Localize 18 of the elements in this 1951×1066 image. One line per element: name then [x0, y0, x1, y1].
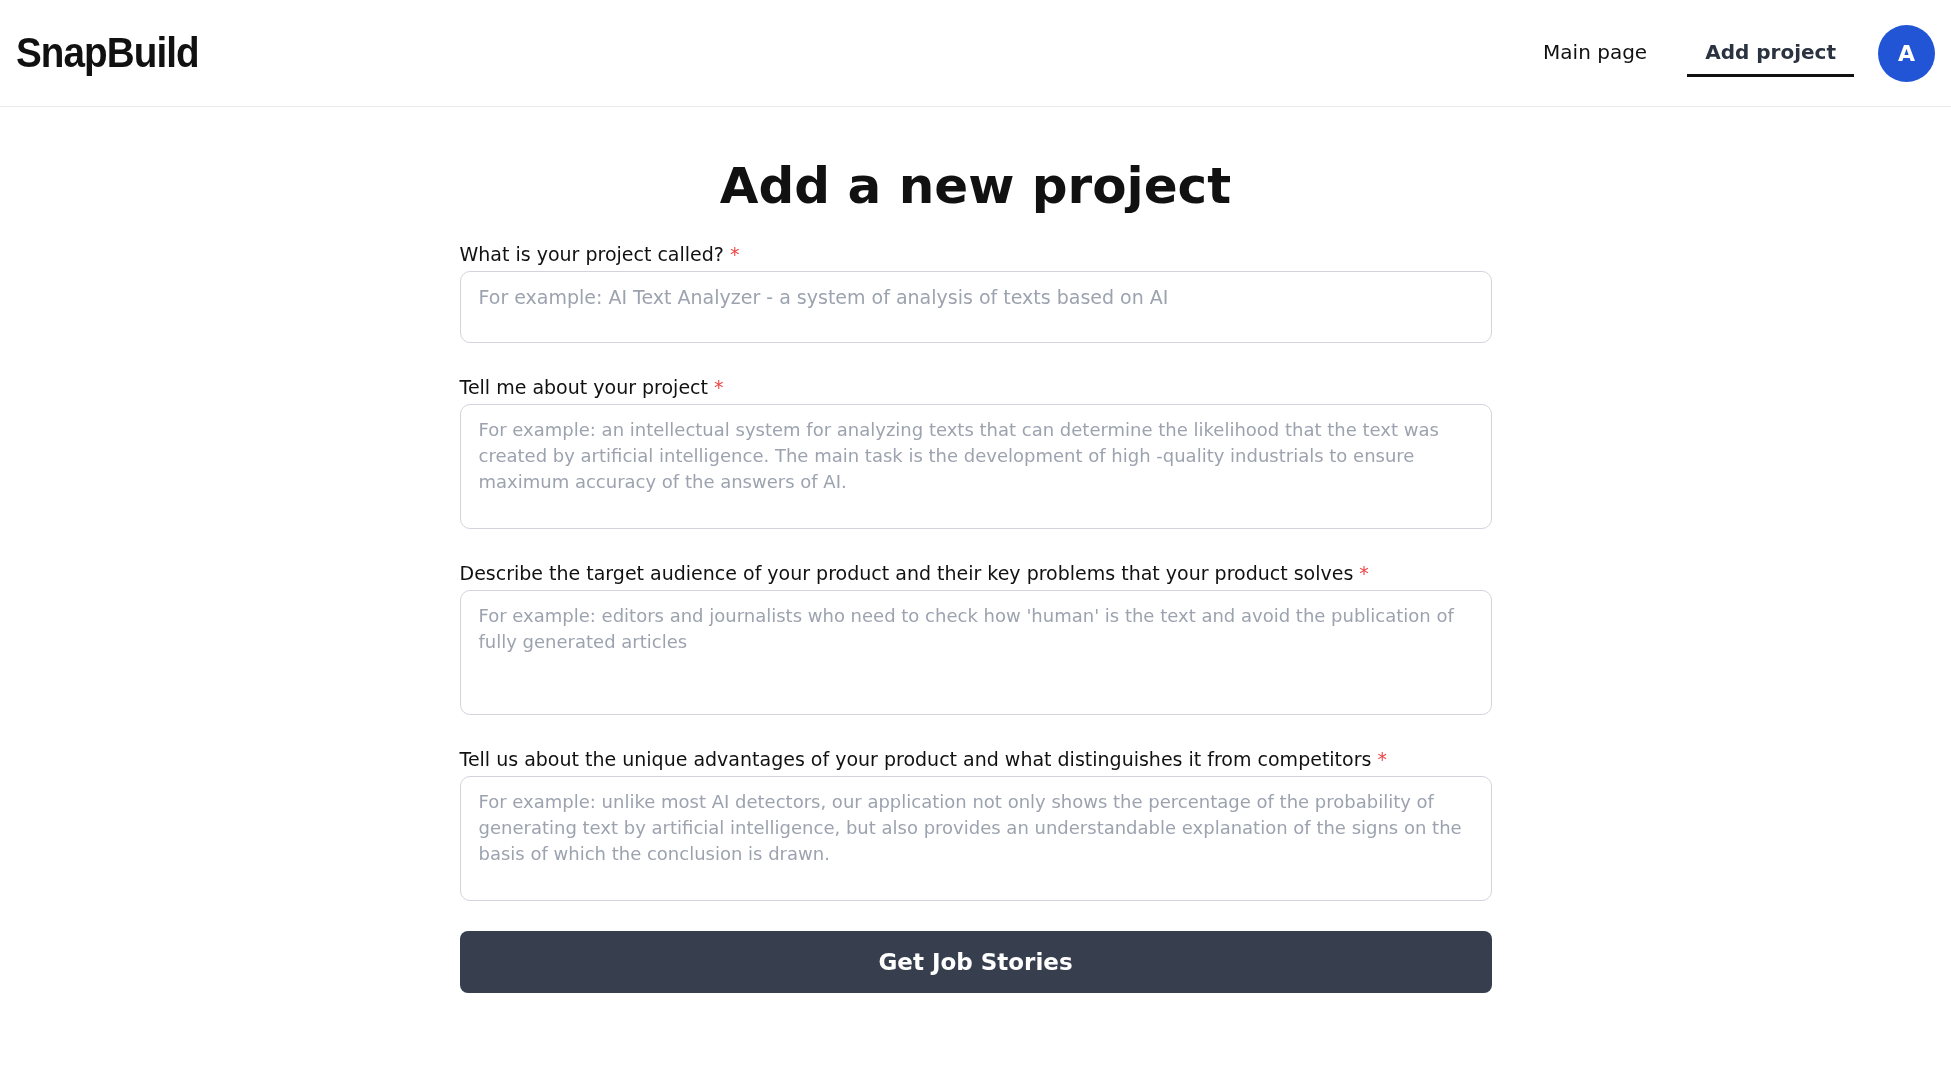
text-area[interactable]: For example: an intellectual system for analyzing texts that can determine the likelihood that the text was created by artificial intelligence. The main task is the development of high -quality industrials to ensure maximum accuracy of the answers of AI. — [459, 404, 1492, 529]
required-mark: * — [713, 376, 724, 398]
input-field[interactable]: For example: AI Text Analyzer - a system of analysis of texts based on AI — [459, 271, 1492, 343]
nav-tab[interactable]: Main page — [1525, 29, 1666, 77]
required-mark: * — [1359, 562, 1369, 584]
text-area[interactable]: For example: editors and journalists who need to check how 'human' is the text and avoid the publication of fully generated articles — [459, 590, 1492, 715]
field-label: Describe the target audience of your product and their key problems that your product solves — [459, 562, 1354, 584]
field-label: What is your project called? — [459, 243, 724, 265]
avatar[interactable]: A — [1878, 24, 1935, 82]
nav-tab[interactable]: Add project — [1687, 29, 1854, 77]
required-mark: * — [729, 243, 740, 265]
logo: SnapBuild — [16, 29, 199, 77]
field-label: Tell me about your project — [459, 376, 708, 398]
required-mark: * — [1377, 748, 1387, 770]
text-area[interactable]: For example: unlike most AI detectors, our application not only shows the percentage of the probability of generating text by artificial intelligence, but also provides an understandable explanation of the signs on the basis of which the conclusion is drawn. — [459, 776, 1492, 901]
submit-button[interactable]: Get Job Stories — [459, 931, 1492, 993]
field-label: Tell us about the unique advantages of your product and what distinguishes it from competitors — [459, 748, 1372, 770]
page-title: Add a new project — [718, 157, 1233, 215]
